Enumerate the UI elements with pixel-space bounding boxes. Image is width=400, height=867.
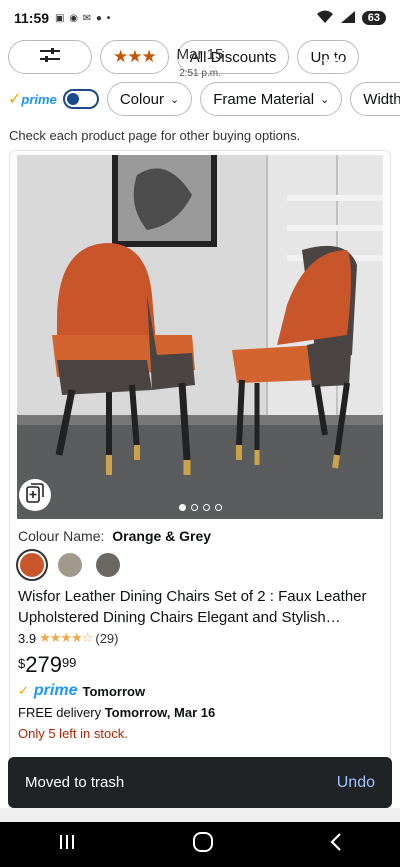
home-icon[interactable]	[192, 831, 214, 858]
recent-apps-icon[interactable]	[57, 833, 77, 856]
prime-when: Tomorrow	[82, 683, 146, 699]
frame-material-filter-chip[interactable]: Frame Material ⌄	[200, 82, 343, 116]
review-count: (29)	[95, 630, 119, 646]
frame-material-filter-label: Frame Material	[213, 90, 315, 108]
chevron-down-icon: ⌄	[170, 93, 180, 106]
rating-stars: ★★★★☆	[39, 630, 93, 645]
back-icon[interactable]	[329, 832, 343, 857]
colour-name-row: Colour Name: Orange & Grey	[18, 528, 211, 544]
status-bar: 11:59 ▣ ◉ ✉ ● • 63	[0, 0, 400, 36]
price-whole: 279	[25, 652, 62, 677]
swatch-beige[interactable]	[58, 553, 82, 577]
rating-value: 3.9	[18, 630, 37, 646]
carousel-dot[interactable]	[214, 504, 222, 511]
rating-row[interactable]: 3.9 ★★★★☆ (29)	[18, 630, 118, 646]
swatch-grey[interactable]	[96, 553, 120, 577]
prime-badge: prime	[33, 682, 78, 699]
chevron-down-icon: ⌄	[320, 93, 330, 106]
carousel-dot[interactable]	[202, 504, 210, 511]
width-filter-chip[interactable]: Width ⌄	[350, 82, 400, 116]
moved-to-trash-toast: Moved to trash Undo	[8, 757, 392, 808]
stock-status: Only 5 left in stock.	[18, 726, 128, 741]
colour-filter-label: Colour	[119, 90, 164, 108]
product-price: $ 279 99	[18, 652, 76, 678]
carousel-dot[interactable]	[178, 504, 186, 511]
favorite-star-icon[interactable]	[321, 51, 345, 74]
page-strip	[0, 808, 400, 822]
undo-button[interactable]: Undo	[337, 774, 375, 792]
product-title-link[interactable]: Wisfor Leather Dining Chairs Set of 2 : …	[18, 586, 378, 628]
image-carousel-dots[interactable]	[17, 504, 383, 511]
delivery-date: Tomorrow, Mar 16	[104, 705, 216, 720]
delivery-info: FREE delivery Tomorrow, Mar 16	[18, 705, 215, 720]
prime-toggle-switch[interactable]	[62, 89, 99, 109]
notification-icons: ▣ ◉ ✉ ● •	[55, 12, 112, 24]
colour-name-label: Colour Name:	[18, 528, 105, 544]
prime-delivery-row: ✓ prime Tomorrow	[18, 682, 145, 700]
product-image[interactable]	[17, 155, 383, 519]
toast-message: Moved to trash	[25, 774, 125, 791]
prime-filter-label: prime	[21, 91, 57, 107]
signal-icon	[340, 10, 356, 27]
swatch-orange-grey[interactable]	[16, 549, 48, 581]
price-currency: $	[18, 656, 26, 671]
chairs-photo	[17, 155, 383, 519]
colour-swatches	[16, 549, 120, 581]
system-navigation-bar	[0, 822, 400, 867]
delivery-prefix: FREE delivery	[18, 705, 102, 720]
width-filter-label: Width	[363, 90, 400, 108]
colour-filter-chip[interactable]: Colour ⌄	[106, 82, 193, 116]
buying-options-note: Check each product page for other buying…	[9, 128, 301, 143]
prime-check-icon: ✓	[18, 683, 29, 698]
battery-indicator: 63	[361, 11, 386, 25]
prime-toggle-chip[interactable]: ✓ prime	[8, 82, 99, 116]
filter-row-2: ✓ prime Colour ⌄ Frame Material ⌄ Width …	[0, 82, 400, 116]
prime-check-icon: ✓	[8, 91, 22, 108]
more-options-icon[interactable]	[372, 52, 382, 74]
carousel-dot[interactable]	[190, 504, 198, 511]
price-fraction: 99	[61, 655, 77, 670]
status-time: 11:59	[14, 10, 50, 26]
colour-name-value: Orange & Grey	[112, 528, 212, 544]
wifi-icon	[316, 10, 334, 27]
